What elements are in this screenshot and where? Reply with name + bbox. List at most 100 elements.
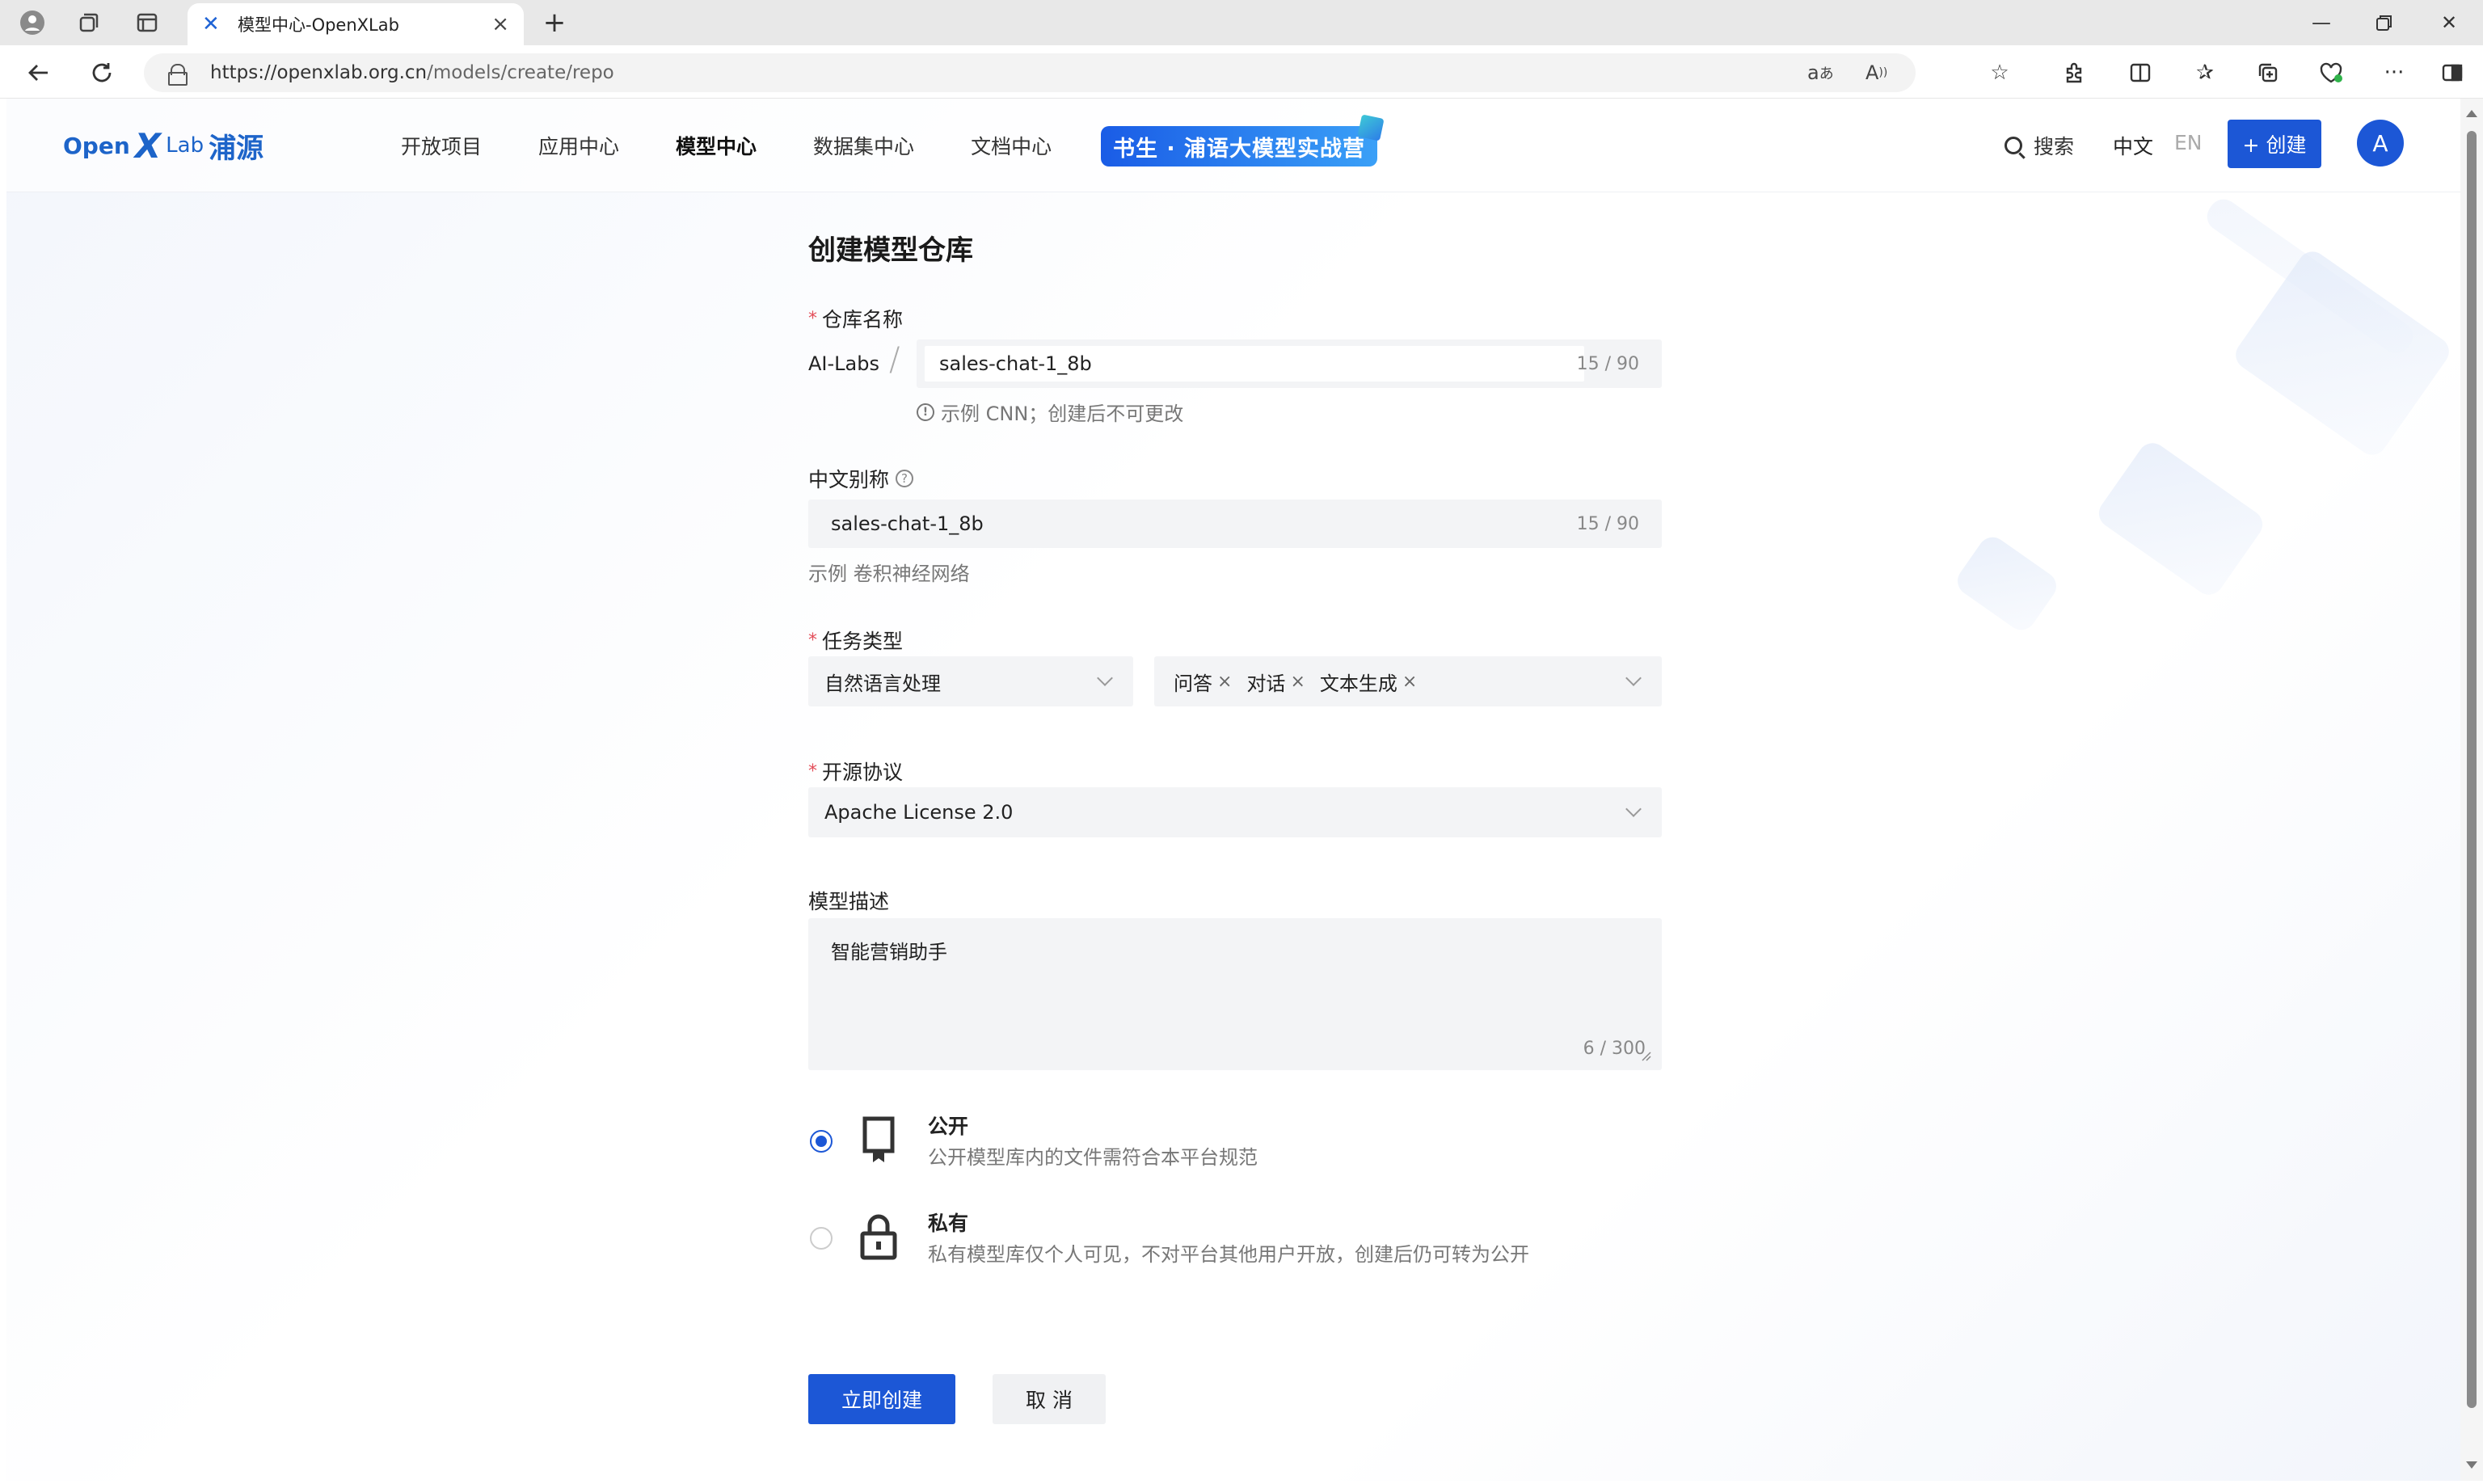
visibility-private-option[interactable]: 私有 私有模型库仅个人可见，不对平台其他用户开放，创建后仍可转为公开 <box>808 1208 1617 1272</box>
lang-zh[interactable]: 中文 <box>2113 131 2153 160</box>
nav-app-center[interactable]: 应用中心 <box>538 131 619 160</box>
description-label-text: 模型描述 <box>808 890 890 913</box>
search-button[interactable]: 搜索 <box>2005 131 2074 160</box>
alias-count: 15 / 90 <box>1576 513 1639 534</box>
required-mark: * <box>808 630 817 651</box>
help-icon[interactable]: ? <box>896 470 914 487</box>
page-content: Open X Lab 浦源 开放项目 应用中心 模型中心 数据集中心 文档中心 … <box>6 99 2460 1481</box>
restore-icon[interactable] <box>2352 5 2417 40</box>
read-aloud-icon[interactable]: A)) <box>1865 53 1887 92</box>
task-category-select[interactable]: 自然语言处理 <box>808 656 1133 706</box>
task-category-value: 自然语言处理 <box>824 672 941 695</box>
task-tag: 文本生成 × <box>1320 668 1417 696</box>
openxlab-favicon-icon: ✕ <box>202 12 220 36</box>
page-scrollbar[interactable] <box>2460 99 2483 1481</box>
private-radio[interactable] <box>810 1227 833 1250</box>
url-host: https://openxlab.org.cn <box>210 62 428 83</box>
close-window-icon[interactable]: ✕ <box>2417 5 2481 40</box>
owner-separator: / <box>889 341 900 378</box>
repo-name-label: * 仓库名称 <box>808 304 903 333</box>
info-icon: ! <box>917 403 934 421</box>
split-screen-icon[interactable] <box>2123 55 2158 91</box>
tag-close-icon[interactable]: × <box>1217 672 1232 692</box>
alias-label-text: 中文别称 <box>808 468 890 491</box>
cancel-button[interactable]: 取 消 <box>993 1374 1106 1424</box>
logo-text: Open <box>63 132 130 159</box>
promo-text: 书生 · 浦语大模型实战营 <box>1112 136 1366 162</box>
profile-icon[interactable] <box>15 6 50 39</box>
resize-handle-icon[interactable] <box>1639 1049 1652 1062</box>
openxlab-logo[interactable]: Open X Lab 浦源 <box>63 125 264 166</box>
chevron-down-icon <box>1625 801 1642 817</box>
tab-actions-icon[interactable] <box>129 6 165 39</box>
tab-close-icon[interactable]: × <box>491 12 509 36</box>
nav-open-projects[interactable]: 开放项目 <box>401 131 482 160</box>
lang-en[interactable]: EN <box>2174 131 2203 160</box>
search-icon <box>2005 137 2022 154</box>
background-shape <box>1952 531 2062 636</box>
task-tag: 对话 × <box>1246 668 1305 696</box>
alias-value: sales-chat-1_8b <box>831 512 984 535</box>
extensions-icon[interactable] <box>2056 55 2092 91</box>
visibility-public-option[interactable]: 公开 公开模型库内的文件需符合本平台规范 <box>808 1111 1617 1175</box>
required-mark: * <box>808 308 817 329</box>
collections-icon[interactable] <box>2250 55 2286 91</box>
repo-name-count: 15 / 90 <box>1576 353 1639 374</box>
tag-close-icon[interactable]: × <box>1402 672 1417 692</box>
refresh-icon[interactable] <box>84 55 120 91</box>
private-title: 私有 <box>928 1212 969 1235</box>
nav-model-center[interactable]: 模型中心 <box>676 131 757 160</box>
page-title: 创建模型仓库 <box>808 234 973 267</box>
translate-icon[interactable]: aあ <box>1807 53 1834 92</box>
create-button[interactable]: + 创建 <box>2228 120 2321 168</box>
sidebar-toggle-icon[interactable] <box>2435 55 2470 91</box>
tab-title: 模型中心-OpenXLab <box>238 15 399 35</box>
url-input[interactable]: https://openxlab.org.cn/models/create/re… <box>144 53 1916 92</box>
favorites-icon[interactable]: ✰ <box>2187 55 2223 91</box>
promo-banner[interactable]: 书生 · 浦语大模型实战营 <box>1101 114 1385 167</box>
repo-name-input[interactable]: sales-chat-1_8b 15 / 90 <box>917 339 1662 388</box>
description-label: 模型描述 <box>808 886 889 915</box>
repo-name-value: sales-chat-1_8b <box>939 352 1092 375</box>
new-tab-icon[interactable]: + <box>537 6 572 39</box>
scroll-thumb[interactable] <box>2467 131 2477 1408</box>
task-type-label-text: 任务类型 <box>822 630 904 653</box>
logo-text: 浦源 <box>209 132 264 165</box>
browser-essentials-icon[interactable] <box>2313 55 2349 91</box>
required-mark: * <box>808 761 817 782</box>
lock-icon <box>860 1214 897 1260</box>
site-header: Open X Lab 浦源 开放项目 应用中心 模型中心 数据集中心 文档中心 … <box>6 99 2460 192</box>
task-tag: 问答 × <box>1174 668 1232 696</box>
minimize-icon[interactable]: — <box>2289 5 2354 40</box>
description-value: 智能营销助手 <box>831 941 947 963</box>
scroll-up-icon[interactable] <box>2466 110 2477 117</box>
favorite-star-icon[interactable]: ☆ <box>1982 55 2017 91</box>
logo-text: Lab <box>166 133 204 158</box>
private-desc: 私有模型库仅个人可见，不对平台其他用户开放，创建后仍可转为公开 <box>928 1243 1529 1266</box>
task-tags-select[interactable]: 问答 × 对话 × 文本生成 × <box>1154 656 1662 706</box>
scroll-down-icon[interactable] <box>2466 1461 2477 1469</box>
more-menu-icon[interactable]: ··· <box>2376 55 2412 91</box>
workspaces-icon[interactable] <box>71 6 107 39</box>
alias-hint: 示例 卷积神经网络 <box>808 563 970 585</box>
nav-dataset-center[interactable]: 数据集中心 <box>813 131 914 160</box>
active-tab[interactable]: ✕ 模型中心-OpenXLab × <box>188 3 524 45</box>
repo-name-hint: ! 示例 CNN；创建后不可更改 <box>917 398 1183 426</box>
search-label: 搜索 <box>2034 135 2075 158</box>
logo-x-icon: X <box>134 125 162 166</box>
description-textarea[interactable]: 智能营销助手 6 / 300 <box>808 918 1662 1070</box>
back-icon[interactable] <box>21 55 57 91</box>
alias-input[interactable]: sales-chat-1_8b 15 / 90 <box>808 500 1662 548</box>
repo-icon <box>862 1116 895 1162</box>
description-count: 6 / 300 <box>1583 1039 1646 1059</box>
chevron-down-icon <box>1625 670 1642 686</box>
tag-close-icon[interactable]: × <box>1290 672 1305 692</box>
avatar[interactable]: A <box>2357 120 2404 167</box>
lock-icon[interactable] <box>168 64 188 86</box>
repo-owner: AI-Labs <box>808 352 879 375</box>
alias-label: 中文别称 ? <box>808 464 914 493</box>
public-radio[interactable] <box>810 1130 833 1153</box>
submit-create-button[interactable]: 立即创建 <box>808 1374 955 1424</box>
license-select[interactable]: Apache License 2.0 <box>808 787 1662 837</box>
nav-docs-center[interactable]: 文档中心 <box>971 131 1052 160</box>
